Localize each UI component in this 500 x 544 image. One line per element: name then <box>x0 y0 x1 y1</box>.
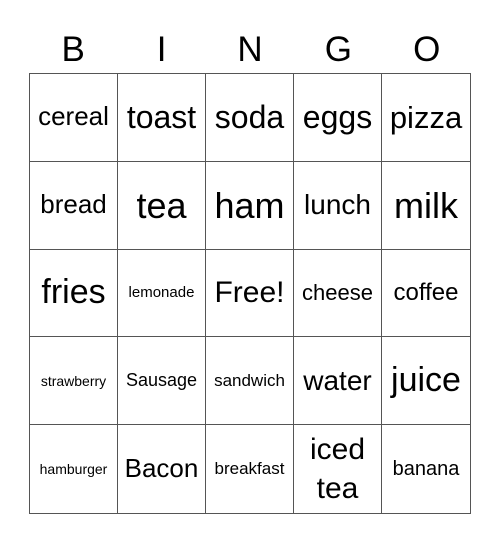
bingo-cell[interactable]: hamburger <box>30 425 118 513</box>
bingo-cell-label: banana <box>392 457 460 480</box>
bingo-cell-label: hamburger <box>39 461 108 478</box>
header-letter-i: I <box>156 30 167 69</box>
bingo-cell[interactable]: water <box>294 337 382 426</box>
bingo-cell[interactable]: bread <box>30 161 118 250</box>
bingo-cell[interactable]: iced tea <box>294 425 382 513</box>
header-letter-b: B <box>61 30 85 69</box>
bingo-cell-label: bread <box>40 189 107 220</box>
bingo-cell[interactable]: coffee <box>382 250 470 338</box>
bingo-cell-label: sandwich <box>214 371 285 391</box>
bingo-cell-label: cereal <box>38 101 109 132</box>
bingo-cell[interactable]: sandwich <box>206 337 294 426</box>
bingo-cell[interactable]: soda <box>206 74 294 162</box>
bingo-cell[interactable]: lemonade <box>118 249 206 338</box>
bingo-cell-label: milk <box>394 184 458 226</box>
bingo-cell-label: strawberry <box>40 372 107 389</box>
bingo-cell[interactable]: cheese <box>294 249 382 338</box>
bingo-cell-label: eggs <box>302 99 373 135</box>
bingo-cell-label: juice <box>391 361 461 400</box>
bingo-cell-label: Bacon <box>124 453 199 484</box>
bingo-cell[interactable]: pizza <box>382 74 470 162</box>
bingo-cell-label: lunch <box>304 189 371 221</box>
bingo-cell-label: lemonade <box>128 284 195 302</box>
bingo-cell[interactable]: eggs <box>294 74 382 162</box>
bingo-cell-label: ham <box>214 184 285 226</box>
bingo-cell[interactable]: strawberry <box>30 337 118 426</box>
bingo-cell-label: fries <box>41 273 106 312</box>
bingo-cell-label: toast <box>126 99 197 135</box>
bingo-cell-label: Sausage <box>125 370 198 391</box>
bingo-cell[interactable]: ham <box>206 161 294 250</box>
bingo-cell-label: water <box>303 364 372 396</box>
header-letter-o: O <box>413 30 441 69</box>
bingo-cell-label: Free! <box>214 275 285 309</box>
bingo-cell-label: soda <box>214 99 285 135</box>
bingo-cell[interactable]: Sausage <box>118 337 206 426</box>
bingo-grid: cereal toast soda eggs pizza bread tea ham lunch… <box>29 73 471 514</box>
bingo-cell[interactable]: toast <box>118 74 206 162</box>
bingo-cell-label: iced tea <box>309 433 366 506</box>
bingo-cell[interactable]: lunch <box>294 161 382 250</box>
bingo-header: B I N G O <box>29 28 471 72</box>
bingo-cell[interactable]: cereal <box>30 74 118 162</box>
bingo-cell[interactable]: banana <box>382 425 470 513</box>
bingo-cell[interactable]: milk <box>382 162 470 250</box>
bingo-cell-label: coffee <box>393 279 459 307</box>
header-letter-n: N <box>237 30 263 69</box>
bingo-cell[interactable]: breakfast <box>206 425 294 513</box>
header-letter-g: G <box>324 30 352 69</box>
bingo-cell[interactable]: Bacon <box>118 425 206 513</box>
bingo-cell-label: pizza <box>389 99 463 135</box>
bingo-cell-label: cheese <box>302 280 373 306</box>
bingo-cell[interactable]: tea <box>118 161 206 250</box>
bingo-cell[interactable]: juice <box>382 337 470 426</box>
bingo-cell-label: tea <box>136 184 187 226</box>
bingo-cell-free[interactable]: Free! <box>206 249 294 338</box>
bingo-cell-label: breakfast <box>214 459 285 479</box>
bingo-cell[interactable]: fries <box>30 249 118 338</box>
